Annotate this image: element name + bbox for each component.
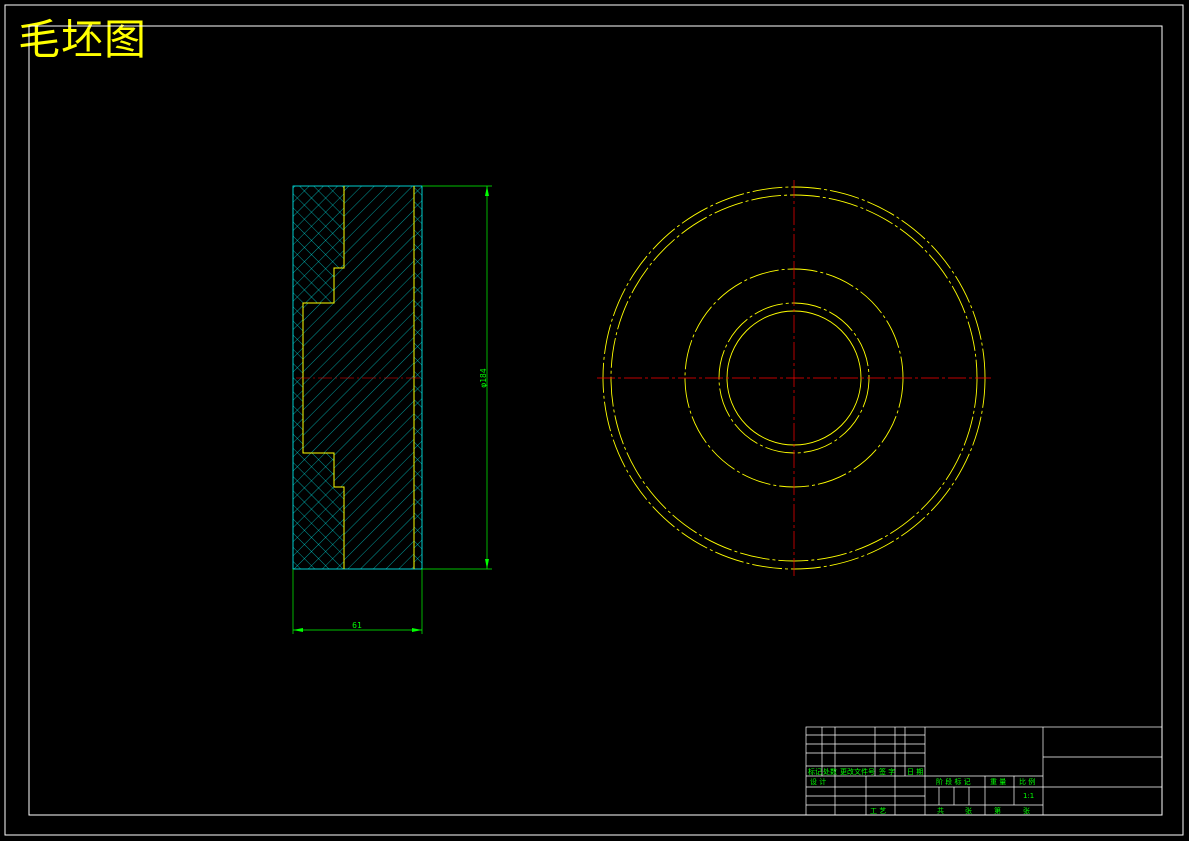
tb-mark: 标记 (808, 767, 822, 776)
tb-sign: 签 字 (879, 767, 895, 776)
tb-count: 处数 (823, 767, 837, 776)
tb-sheet-total: 共 (937, 806, 944, 815)
tb-scale-value: 1:1 (1023, 792, 1034, 800)
width-dim-label: 61 (352, 621, 362, 630)
face-allowance-cross (414, 186, 422, 569)
tb-date: 日 期 (907, 768, 923, 776)
tb-weight: 重 量 (990, 778, 1006, 786)
drawing-canvas: φ184 61 标记 处数 更改文件号 签 字 日 期 设 计 阶 段 标 记 … (4, 4, 1184, 836)
inner-border (28, 25, 1163, 816)
tb-sheet-no: 第 (994, 806, 1001, 815)
tb-sheet-total-unit: 张 (965, 806, 972, 815)
tb-design: 设 计 (810, 777, 826, 786)
title-block-text: 标记 处数 更改文件号 签 字 日 期 设 计 阶 段 标 记 重 量 比 例 … (808, 767, 1035, 815)
tb-change-doc: 更改文件号 (840, 767, 875, 776)
dimension-width: 61 (292, 569, 423, 634)
front-view (597, 180, 991, 576)
tb-sheet-no-unit: 张 (1023, 806, 1030, 815)
tb-stage: 阶 段 标 记 (936, 777, 971, 786)
outer-border (4, 4, 1184, 836)
tb-process: 工 艺 (870, 807, 886, 815)
dimension-height: φ184 (422, 185, 492, 570)
height-dim-label: φ184 (479, 368, 488, 387)
section-view (292, 185, 423, 570)
tb-scale: 比 例 (1019, 777, 1035, 786)
